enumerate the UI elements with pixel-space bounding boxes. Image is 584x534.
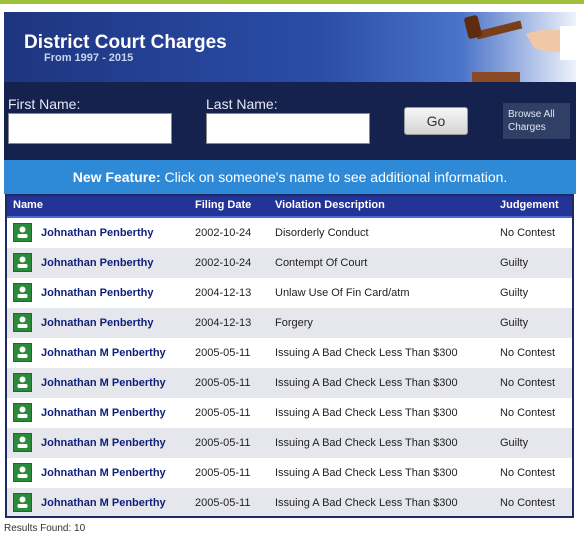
table-row: Johnathan M Penberthy 2005-05-11 Issuing… xyxy=(7,488,572,516)
filing-date: 2005-05-11 xyxy=(195,347,251,359)
table-row: Johnathan M Penberthy 2005-05-11 Issuing… xyxy=(7,338,572,368)
filing-date: 2005-05-11 xyxy=(195,437,251,449)
go-button[interactable]: Go xyxy=(404,107,468,135)
violation-description: Issuing A Bad Check Less Than $300 xyxy=(275,467,458,479)
last-name-label: Last Name: xyxy=(206,96,278,112)
violation-description: Issuing A Bad Check Less Than $300 xyxy=(275,437,458,449)
table-row: Johnathan Penberthy 2004-12-13 Unlaw Use… xyxy=(7,278,572,308)
table-row: Johnathan M Penberthy 2005-05-11 Issuing… xyxy=(7,368,572,398)
page-title: District Court Charges xyxy=(24,32,227,53)
judgement: Guilty xyxy=(500,437,529,449)
filing-date: 2005-05-11 xyxy=(195,377,251,389)
column-header-filing-date[interactable]: Filing Date xyxy=(195,199,251,211)
filing-date: 2004-12-13 xyxy=(195,317,252,329)
search-bar: First Name: Last Name: Go Browse All Cha… xyxy=(4,82,576,160)
violation-description: Issuing A Bad Check Less Than $300 xyxy=(275,347,458,359)
violation-description: Issuing A Bad Check Less Than $300 xyxy=(275,497,458,509)
filing-date: 2005-05-11 xyxy=(195,497,251,509)
feature-banner-text: Click on someone's name to see additiona… xyxy=(160,169,508,185)
violation-description: Forgery xyxy=(275,317,313,329)
person-name-link[interactable]: Johnathan Penberthy xyxy=(41,227,153,239)
first-name-input[interactable] xyxy=(8,113,172,144)
filing-date: 2004-12-13 xyxy=(195,287,252,299)
person-icon[interactable] xyxy=(13,373,32,392)
violation-description: Issuing A Bad Check Less Than $300 xyxy=(275,407,458,419)
filing-date: 2002-10-24 xyxy=(195,257,252,269)
browse-all-charges-button[interactable]: Browse All Charges xyxy=(503,103,570,139)
gavel-icon xyxy=(464,15,576,82)
judgement: No Contest xyxy=(500,377,556,389)
table-row: Johnathan Penberthy 2002-10-24 Contempt … xyxy=(7,248,572,278)
violation-description: Issuing A Bad Check Less Than $300 xyxy=(275,377,458,389)
charges-table: Name Filing Date Violation Description J… xyxy=(5,194,574,518)
judgement: No Contest xyxy=(500,227,556,239)
feature-banner: New Feature: Click on someone's name to … xyxy=(4,160,576,194)
person-name-link[interactable]: Johnathan M Penberthy xyxy=(41,497,166,509)
person-icon[interactable] xyxy=(13,253,32,272)
table-header-row: Name Filing Date Violation Description J… xyxy=(7,196,572,218)
table-row: Johnathan M Penberthy 2005-05-11 Issuing… xyxy=(7,458,572,488)
column-header-violation[interactable]: Violation Description xyxy=(275,199,385,211)
person-name-link[interactable]: Johnathan M Penberthy xyxy=(41,467,166,479)
person-name-link[interactable]: Johnathan Penberthy xyxy=(41,317,153,329)
person-name-link[interactable]: Johnathan Penberthy xyxy=(41,257,153,269)
browse-label-line2: Charges xyxy=(508,122,546,133)
person-icon[interactable] xyxy=(13,283,32,302)
violation-description: Contempt Of Court xyxy=(275,257,368,269)
person-icon[interactable] xyxy=(13,403,32,422)
column-header-judgement[interactable]: Judgement xyxy=(500,199,559,211)
person-icon[interactable] xyxy=(13,223,32,242)
violation-description: Unlaw Use Of Fin Card/atm xyxy=(275,287,410,299)
person-icon[interactable] xyxy=(13,313,32,332)
person-name-link[interactable]: Johnathan M Penberthy xyxy=(41,437,166,449)
person-icon[interactable] xyxy=(13,493,32,512)
judgement: No Contest xyxy=(500,347,556,359)
first-name-label: First Name: xyxy=(8,96,81,112)
filing-date: 2005-05-11 xyxy=(195,407,251,419)
person-name-link[interactable]: Johnathan Penberthy xyxy=(41,287,153,299)
page-header: District Court Charges From 1997 - 2015 xyxy=(4,12,576,82)
filing-date: 2002-10-24 xyxy=(195,227,252,239)
table-row: Johnathan M Penberthy 2005-05-11 Issuing… xyxy=(7,428,572,458)
feature-banner-title: New Feature: xyxy=(72,169,161,185)
judgement: No Contest xyxy=(500,467,556,479)
judgement: Guilty xyxy=(500,317,529,329)
person-name-link[interactable]: Johnathan M Penberthy xyxy=(41,347,166,359)
browse-label-line1: Browse All xyxy=(508,109,555,120)
results-count: Results Found: 10 xyxy=(4,523,86,534)
table-row: Johnathan Penberthy 2002-10-24 Disorderl… xyxy=(7,218,572,248)
person-icon[interactable] xyxy=(13,343,32,362)
last-name-input[interactable] xyxy=(206,113,370,144)
violation-description: Disorderly Conduct xyxy=(275,227,369,239)
page-subtitle: From 1997 - 2015 xyxy=(44,52,134,64)
judgement: Guilty xyxy=(500,287,529,299)
filing-date: 2005-05-11 xyxy=(195,467,251,479)
person-icon[interactable] xyxy=(13,433,32,452)
person-name-link[interactable]: Johnathan M Penberthy xyxy=(41,407,166,419)
column-header-name[interactable]: Name xyxy=(13,199,43,211)
table-row: Johnathan Penberthy 2004-12-13 Forgery G… xyxy=(7,308,572,338)
table-row: Johnathan M Penberthy 2005-05-11 Issuing… xyxy=(7,398,572,428)
judgement: No Contest xyxy=(500,497,556,509)
person-name-link[interactable]: Johnathan M Penberthy xyxy=(41,377,166,389)
judgement: Guilty xyxy=(500,257,529,269)
page-frame: District Court Charges From 1997 - 2015 … xyxy=(4,4,576,534)
person-icon[interactable] xyxy=(13,463,32,482)
judgement: No Contest xyxy=(500,407,556,419)
